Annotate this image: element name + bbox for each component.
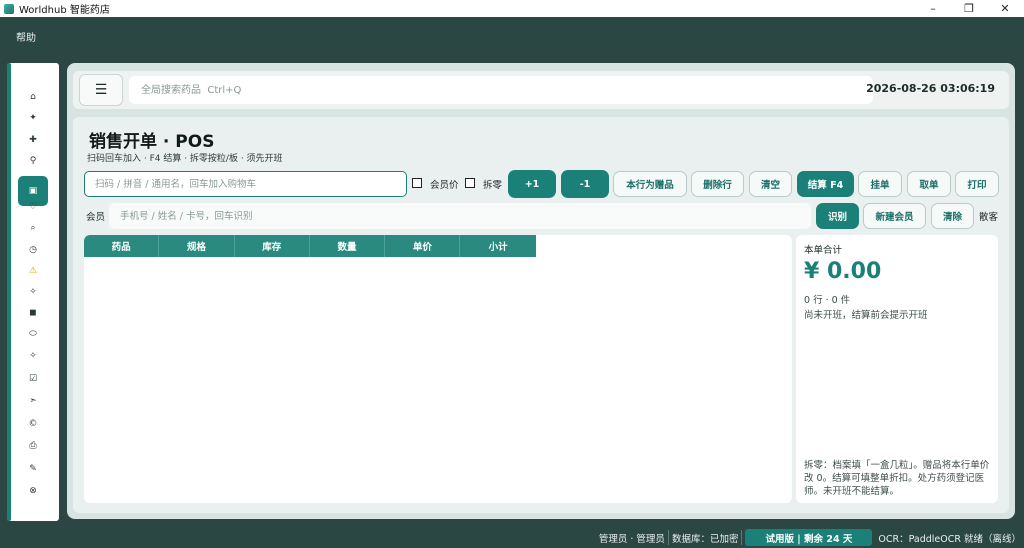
sidebar-item-search[interactable]: ⌕ xyxy=(18,218,48,238)
order-total: ¥ 0.00 xyxy=(804,259,882,284)
user-icon: ⚲ xyxy=(29,156,37,166)
plus-one-button[interactable]: +1 xyxy=(508,170,556,198)
sparkle-icon: ✦ xyxy=(29,113,37,123)
print-button[interactable]: 打印 xyxy=(955,171,999,197)
search-icon: ⌕ xyxy=(30,223,36,233)
member-search-input[interactable] xyxy=(109,203,811,229)
sidebar-item-copyright[interactable]: © xyxy=(18,414,48,434)
delete-row-button[interactable]: 删除行 xyxy=(691,171,744,197)
sidebar-item-printer[interactable]: ⎙ xyxy=(18,436,48,456)
sidebar-item-sparkle[interactable]: ✦ xyxy=(18,108,48,128)
summary-title: 本单合计 xyxy=(804,245,843,256)
member-price-label: 会员价 xyxy=(430,180,459,191)
menu-help[interactable]: 帮助 xyxy=(16,29,36,44)
sidebar-item-user[interactable]: ⚲ xyxy=(18,151,48,171)
global-search-input[interactable] xyxy=(129,76,873,104)
sidebar-item-pen[interactable]: ✎ xyxy=(18,459,48,479)
cart-table: 药品 规格 库存 数量 单价 小计 xyxy=(84,235,792,503)
scan-input[interactable] xyxy=(84,171,407,197)
pill-icon: ⬭ xyxy=(29,329,37,339)
walk-in-customer-label: 散客 xyxy=(979,212,999,223)
sidebar-item-heart[interactable]: ♡ xyxy=(18,197,48,217)
status-bar: 管理员 · 管理员 数据库：已加密 试用版 | 剩余 24 天 OCR：Padd… xyxy=(0,527,1024,548)
top-bar: ☰ 2026-08-26 03:06:19 xyxy=(73,71,1009,109)
clear-cart-button[interactable]: 清空 xyxy=(749,171,792,197)
member-label: 会员 xyxy=(86,212,106,223)
pos-content: 销售开单 · POS 扫码回车加入 · F4 结算 · 拆零按粒/板 · 须先开… xyxy=(73,117,1009,513)
split-checkbox[interactable] xyxy=(465,178,475,188)
trial-badge[interactable]: 试用版 | 剩余 24 天 xyxy=(745,529,873,546)
warning-icon: ⚠ xyxy=(28,266,38,276)
main-panel: ☰ 2026-08-26 03:06:19 销售开单 · POS 扫码回车加入 … xyxy=(67,63,1015,519)
identify-member-button[interactable]: 识别 xyxy=(816,203,859,229)
column-header-stock[interactable]: 库存 xyxy=(235,235,310,257)
clear-member-button[interactable]: 清除 xyxy=(931,203,974,229)
checkout-button[interactable]: 结算 F4 xyxy=(797,171,854,197)
column-header-unit-price[interactable]: 单价 xyxy=(385,235,461,257)
sidebar-item-pill[interactable]: ⬭ xyxy=(18,324,48,344)
pen-icon: ✎ xyxy=(29,464,37,474)
sidebar-item-plus[interactable]: ✚ xyxy=(18,130,48,150)
datetime-display: 2026-08-26 03:06:19 xyxy=(866,82,995,95)
column-header-spec[interactable]: 规格 xyxy=(159,235,235,257)
plus-icon: ✚ xyxy=(29,135,37,145)
app-logo-icon xyxy=(4,3,14,14)
sidebar-item-home[interactable]: ⌂ xyxy=(18,87,48,107)
sidebar-item-edit[interactable]: ☑ xyxy=(18,369,48,389)
star-icon: ✧ xyxy=(29,287,37,297)
hamburger-icon: ☰ xyxy=(94,82,108,98)
hold-order-button[interactable]: 挂单 xyxy=(858,171,902,197)
page-title: 销售开单 · POS xyxy=(89,132,215,152)
order-item-count: 0 行 · 0 件 xyxy=(804,295,851,306)
settings-icon: ✧ xyxy=(29,351,37,361)
edit-icon: ☑ xyxy=(28,374,38,384)
sidebar-item-warning[interactable]: ⚠ xyxy=(18,261,48,281)
clock-icon: ◷ xyxy=(29,245,37,255)
cart-icon: ▣ xyxy=(28,186,38,196)
sidebar-item-star[interactable]: ✧ xyxy=(18,282,48,302)
sidebar-item-send[interactable]: ➣ xyxy=(18,391,48,411)
sidebar-item-settings[interactable]: ✧ xyxy=(18,346,48,366)
column-header-drug[interactable]: 药品 xyxy=(84,235,160,257)
gift-button[interactable]: 本行为赠品 xyxy=(613,171,687,197)
printer-icon: ⎙ xyxy=(29,441,37,451)
send-icon: ➣ xyxy=(29,396,37,406)
heart-icon: ♡ xyxy=(28,202,38,212)
minus-one-button[interactable]: -1 xyxy=(561,170,609,198)
database-status: 数据库：已加密 xyxy=(669,530,743,545)
operator-status: 管理员 · 管理员 xyxy=(596,530,669,545)
sidebar-item-box[interactable]: ◼ xyxy=(18,303,48,323)
sidebar-accent xyxy=(7,63,11,521)
hamburger-menu-button[interactable]: ☰ xyxy=(79,74,123,106)
logout-icon: ⊗ xyxy=(29,486,37,496)
order-summary-panel: 本单合计 ¥ 0.00 0 行 · 0 件 尚未开班，结算前会提示开班 拆零：档… xyxy=(796,235,998,503)
minimize-button[interactable]: – xyxy=(916,0,950,17)
restore-button[interactable]: ❐ xyxy=(952,0,986,17)
sidebar-item-logout[interactable]: ⊗ xyxy=(18,481,48,501)
split-label: 拆零 xyxy=(483,180,503,191)
shift-notice: 尚未开班，结算前会提示开班 xyxy=(804,310,928,321)
menu-bar: 帮助 xyxy=(0,17,1024,55)
close-button[interactable]: ✕ xyxy=(988,0,1022,17)
ocr-status: OCR：PaddleOCR 就绪（离线） xyxy=(878,533,1021,545)
title-bar: Worldhub 智能药店 – ❐ ✕ xyxy=(0,0,1024,17)
cart-table-header: 药品 规格 库存 数量 单价 小计 xyxy=(84,235,536,257)
column-header-quantity[interactable]: 数量 xyxy=(310,235,386,257)
column-header-subtotal[interactable]: 小计 xyxy=(460,235,535,257)
home-icon: ⌂ xyxy=(30,92,36,102)
sidebar: ⌂ ✦ ✚ ⚲ ▣ ♡ ⌕ ◷ ⚠ ✧ ◼ ⬭ ✧ ☑ ➣ © ⎙ ✎ ⊗ xyxy=(7,63,59,521)
help-text: 拆零：档案填「一盒几粒」。赠品将本行单价改 0。结算可填整单折扣。处方药须登记医… xyxy=(804,460,990,497)
new-member-button[interactable]: 新建会员 xyxy=(863,203,926,229)
sidebar-item-clock[interactable]: ◷ xyxy=(18,240,48,260)
member-price-checkbox[interactable] xyxy=(412,178,422,188)
retrieve-order-button[interactable]: 取单 xyxy=(907,171,951,197)
page-subtitle: 扫码回车加入 · F4 结算 · 拆零按粒/板 · 须先开班 xyxy=(87,154,283,164)
window-title: Worldhub 智能药店 xyxy=(19,5,110,16)
box-icon: ◼ xyxy=(29,308,37,318)
copyright-icon: © xyxy=(28,419,38,429)
